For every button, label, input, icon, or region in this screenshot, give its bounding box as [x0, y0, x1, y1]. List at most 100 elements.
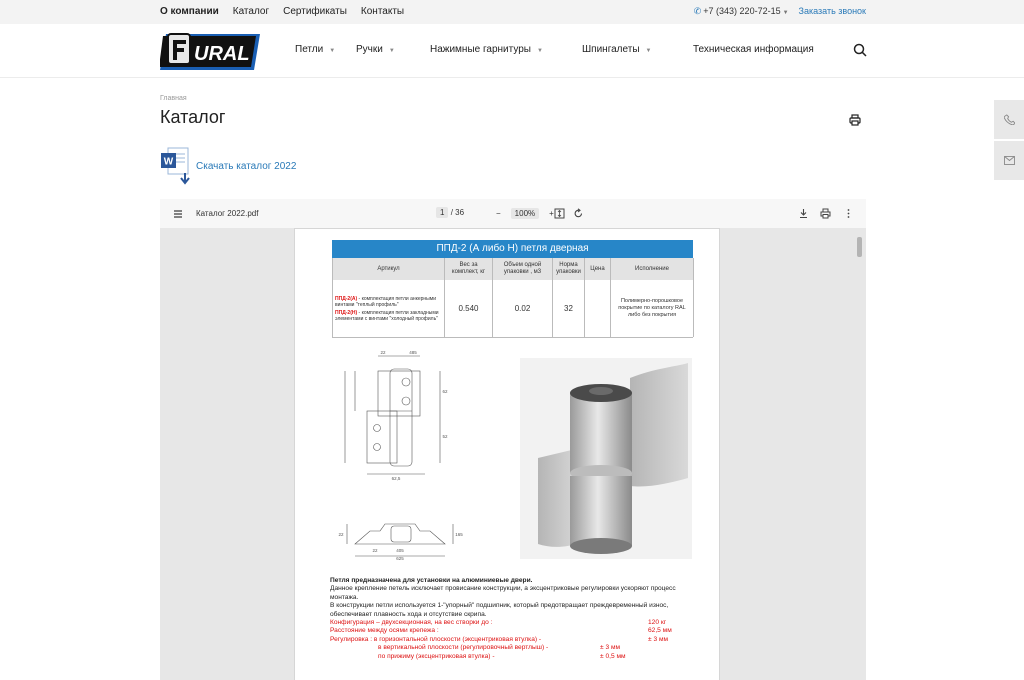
contact-block: ✆ +7 (343) 220-72-15 ▼ Заказать звонок — [694, 6, 866, 17]
spec-label: Регулировка : в горизонтальной плоскости… — [330, 635, 542, 643]
zoom-out-icon[interactable]: − — [496, 209, 501, 218]
dimension-label: 52 — [442, 434, 448, 439]
spec-value: ± 3 мм — [600, 644, 621, 652]
chevron-down-icon: ▼ — [329, 48, 336, 54]
header: URAL Петли ▼ Ручки ▼ Нажимные гарнитуры ▼ Ш… — [0, 24, 1024, 78]
spec-value: 120 кг — [648, 619, 667, 627]
menu-icon[interactable] — [173, 209, 184, 220]
download-icon[interactable] — [798, 208, 809, 219]
cell-norm: 32 — [553, 280, 585, 337]
nav-tech-info[interactable]: Техническая информация — [693, 44, 814, 55]
product-photo — [520, 358, 692, 559]
scrollbar-thumb[interactable] — [857, 237, 862, 257]
product-title: ППД-2 (А либо Н) петля дверная — [332, 240, 693, 258]
dimension-label: 22 — [372, 548, 378, 553]
dimension-label: 22 — [380, 350, 386, 355]
dimension-label: 62,5 — [392, 476, 401, 481]
dimension-label: 165 — [455, 532, 463, 537]
rotate-icon[interactable] — [573, 208, 584, 219]
cell-volume: 0.02 — [493, 280, 553, 337]
nav-press-sets-label: Нажимные гарнитуры — [430, 44, 531, 55]
svg-text:URAL: URAL — [194, 43, 250, 65]
description-heading: Петля предназначена для установки на алю… — [330, 577, 533, 584]
cell-article: ППД-2(А) - комплектация петли анкерными … — [333, 280, 445, 337]
technical-drawing: 22 485 62 52 62,5 22 405 625 22 165 — [338, 350, 463, 560]
search-icon[interactable] — [853, 43, 867, 57]
print-icon[interactable] — [820, 208, 831, 219]
download-catalog-link[interactable]: W Скачать каталог 2022 — [160, 147, 296, 185]
table-row: ППД-2(А) - комплектация петли анкерными … — [332, 280, 694, 338]
dimension-label: 62 — [442, 389, 448, 394]
dimension-label: 22 — [338, 532, 344, 537]
spec-row: по прижиму (эксцентриковая втулка) - ± 0,… — [330, 653, 695, 661]
side-mail-button[interactable] — [994, 141, 1024, 181]
header-weight: Вес за комплект, кг — [445, 258, 493, 280]
nav-handles-label: Ручки — [356, 44, 383, 55]
dimension-label: 485 — [409, 350, 417, 355]
phone-icon — [1003, 114, 1015, 125]
spec-label: в вертикальной плоскости (регулировочный… — [378, 644, 549, 652]
nav-latches[interactable]: Шпингалеты ▼ — [582, 44, 651, 55]
dimension-label: 625 — [396, 556, 404, 560]
chevron-down-icon: ▼ — [782, 10, 789, 16]
word-document-icon: W — [161, 147, 190, 185]
print-icon[interactable] — [849, 114, 861, 126]
zoom-controls: − 100% + — [496, 208, 554, 219]
phone-number: +7 (343) 220-72-15 — [703, 6, 781, 16]
header-article: Артикул — [333, 258, 445, 280]
pdf-page: ППД-2 (А либо Н) петля дверная Артикул В… — [294, 228, 720, 680]
mail-icon — [1003, 156, 1015, 165]
spec-value: ± 3 мм — [648, 635, 669, 643]
nav-handles[interactable]: Ручки ▼ — [356, 44, 395, 55]
header-norm: Норма упаковки — [553, 258, 585, 280]
top-nav-about[interactable]: О компании — [160, 6, 219, 17]
fit-page-icon[interactable] — [554, 208, 565, 219]
top-nav-catalog[interactable]: Каталог — [233, 6, 269, 17]
download-label: Скачать каталог 2022 — [196, 160, 297, 172]
phone-dropdown[interactable]: ✆ +7 (343) 220-72-15 ▼ — [694, 6, 789, 17]
spec-row: Конфигурация – двухсекционная, на вес ст… — [330, 619, 695, 627]
pdf-filename: Каталог 2022.pdf — [196, 209, 259, 218]
more-options-icon[interactable] — [843, 208, 854, 219]
spec-value: ± 0,5 мм — [600, 652, 626, 660]
cell-weight: 0.540 — [445, 280, 493, 337]
nav-press-sets[interactable]: Нажимные гарнитуры ▼ — [430, 44, 543, 55]
callback-link[interactable]: Заказать звонок — [799, 6, 866, 17]
pdf-scrollbar[interactable] — [856, 234, 863, 680]
breadcrumb[interactable]: Главная — [160, 95, 187, 102]
product-description: Петля предназначена для установки на алю… — [330, 577, 695, 661]
header-price: Цена — [585, 258, 611, 280]
nav-latches-label: Шпингалеты — [582, 44, 640, 55]
top-nav-contacts[interactable]: Контакты — [361, 6, 404, 17]
page-title: Каталог — [160, 107, 226, 127]
spec-value: 62,5 мм — [648, 627, 672, 635]
spec-label: Конфигурация – двухсекционная, на вес ст… — [330, 619, 493, 627]
cell-execution: Полимерно-порошковое покрытие по каталог… — [611, 280, 694, 337]
logo[interactable]: URAL — [160, 30, 262, 74]
chevron-down-icon: ▼ — [645, 48, 652, 54]
side-phone-button[interactable] — [994, 100, 1024, 140]
top-nav-certificates[interactable]: Сертификаты — [283, 6, 347, 17]
table-header: Артикул Вес за комплект, кг Объем одной … — [332, 258, 694, 280]
phone-icon: ✆ — [693, 6, 702, 16]
nav-hinges-label: Петли — [295, 44, 324, 55]
cell-price — [585, 280, 611, 337]
chevron-down-icon: ▼ — [536, 48, 543, 54]
svg-text:W: W — [164, 157, 174, 168]
description-paragraph: Данное крепление петель исключает провис… — [330, 585, 676, 601]
spec-row: Расстояние между осями крепежа : 62,5 мм — [330, 627, 695, 635]
chevron-down-icon: ▼ — [388, 48, 395, 54]
dimension-label: 405 — [396, 548, 404, 553]
page-indicator: 1 / 36 — [436, 207, 465, 218]
description-paragraph: В конструкции петли используется 1-"упор… — [330, 602, 669, 618]
page-number-input[interactable]: 1 — [436, 207, 449, 218]
nav-hinges[interactable]: Петли ▼ — [295, 44, 335, 55]
pdf-toolbar: Каталог 2022.pdf 1 / 36 − 100% + — [160, 199, 866, 228]
pdf-viewer: Каталог 2022.pdf 1 / 36 − 100% + ППД-2 (… — [160, 199, 866, 680]
top-nav: О компании Каталог Сертификаты Контакты — [160, 6, 404, 17]
page-total: / 36 — [450, 208, 465, 217]
zoom-level[interactable]: 100% — [510, 208, 540, 219]
header-execution: Исполнение — [611, 258, 694, 280]
spec-row: в вертикальной плоскости (регулировочный… — [330, 644, 695, 652]
header-volume: Объем одной упаковки , м3 — [493, 258, 553, 280]
